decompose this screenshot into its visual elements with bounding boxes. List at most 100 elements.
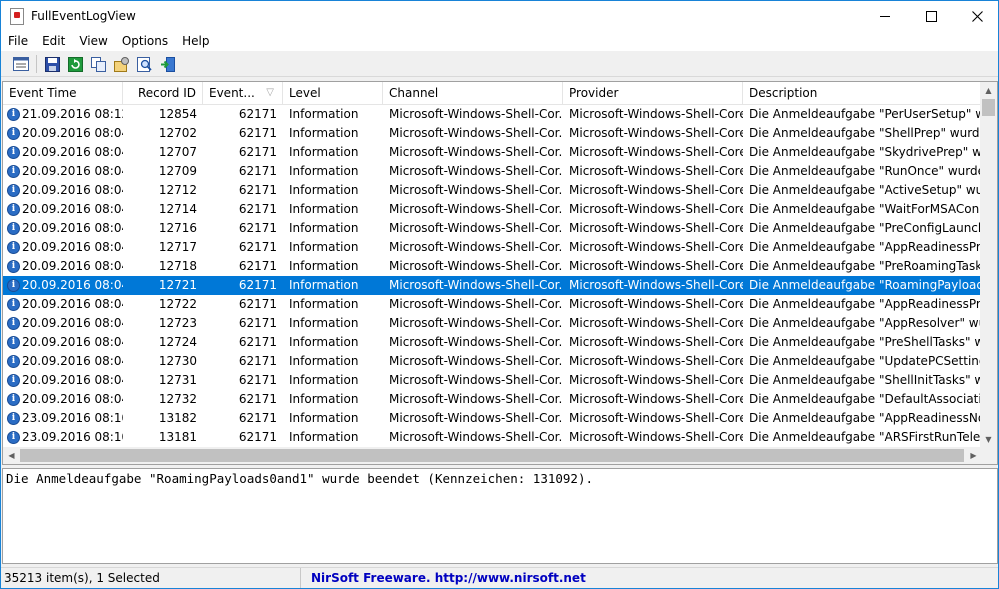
close-button[interactable]: [954, 1, 998, 31]
refresh-button[interactable]: [66, 55, 85, 74]
cell-description: Die Anmeldeaufgabe "PreConfigLauncherS..…: [749, 221, 983, 235]
copy-button[interactable]: [89, 55, 108, 74]
information-icon: i: [7, 184, 20, 197]
cell-provider: Microsoft-Windows-Shell-Core: [569, 183, 743, 197]
horizontal-scroll-thumb[interactable]: [20, 449, 964, 462]
scroll-left-icon[interactable]: ◀: [3, 447, 20, 464]
cell-event-time-text: 20.09.2016 08:04:...: [22, 278, 123, 292]
cell-description: Die Anmeldeaufgabe "AppResolver" wurde .…: [749, 316, 983, 330]
advanced-options-button[interactable]: [112, 55, 131, 74]
maximize-button[interactable]: [908, 1, 954, 31]
horizontal-scrollbar[interactable]: ◀ ▶: [3, 447, 982, 464]
table-row[interactable]: i23.09.2016 08:10:... 13182 62171 Informati…: [3, 409, 983, 428]
table-row[interactable]: i20.09.2016 08:04:... 12731 62171 Informati…: [3, 371, 983, 390]
table-row[interactable]: i20.09.2016 08:04:... 12732 62171 Informati…: [3, 390, 983, 409]
cell-provider: Microsoft-Windows-Shell-Core: [569, 316, 743, 330]
list-header: Event Time Record ID Event... ▽ Level Cha…: [3, 82, 983, 105]
toolbar: [1, 52, 998, 77]
cell-event-time: i20.09.2016 08:04:...: [3, 124, 123, 143]
column-header-provider[interactable]: Provider: [563, 82, 743, 104]
cell-channel: Microsoft-Windows-Shell-Cor...: [389, 278, 563, 292]
table-row[interactable]: i20.09.2016 08:04:... 12716 62171 Informati…: [3, 219, 983, 238]
maximize-icon: [925, 10, 937, 22]
cell-event-id: 62171: [238, 411, 277, 425]
information-icon: i: [7, 279, 20, 292]
table-row[interactable]: i20.09.2016 08:04:... 12723 62171 Informati…: [3, 314, 983, 333]
cell-record-id: 12722: [158, 297, 197, 311]
cell-event-id: 62171: [238, 354, 277, 368]
cell-level: Information: [289, 411, 359, 425]
information-icon: i: [7, 165, 20, 178]
cell-provider: Microsoft-Windows-Shell-Core: [569, 145, 743, 159]
menu-view[interactable]: View: [72, 31, 114, 51]
title-bar[interactable]: FullEventLogView: [1, 1, 998, 31]
cell-level: Information: [289, 259, 359, 273]
column-header-description[interactable]: Description: [743, 82, 983, 104]
table-row[interactable]: i20.09.2016 08:04:... 12714 62171 Informati…: [3, 200, 983, 219]
cell-record-id: 12718: [158, 259, 197, 273]
cell-event-time: i20.09.2016 08:04:...: [3, 257, 123, 276]
minimize-button[interactable]: [862, 1, 908, 31]
column-header-channel[interactable]: Channel: [383, 82, 563, 104]
table-row-selected[interactable]: i20.09.2016 08:04:... 12721 62171 Informati…: [3, 276, 983, 295]
cell-event-time-text: 23.09.2016 08:10:...: [22, 430, 123, 444]
cell-provider: Microsoft-Windows-Shell-Core: [569, 164, 743, 178]
cell-provider: Microsoft-Windows-Shell-Core: [569, 354, 743, 368]
cell-provider: Microsoft-Windows-Shell-Core: [569, 392, 743, 406]
cell-record-id: 12854: [158, 107, 197, 121]
menu-help[interactable]: Help: [175, 31, 216, 51]
information-icon: i: [7, 374, 20, 387]
cell-event-time-text: 20.09.2016 08:04:...: [22, 145, 123, 159]
table-row[interactable]: i23.09.2016 08:10:... 13181 62171 Informati…: [3, 428, 983, 447]
menu-file[interactable]: File: [1, 31, 35, 51]
exit-button[interactable]: [158, 55, 177, 74]
detail-pane[interactable]: Die Anmeldeaufgabe "RoamingPayloads0and1…: [2, 468, 998, 564]
scroll-up-icon[interactable]: ▲: [980, 82, 997, 99]
cell-level: Information: [289, 126, 359, 140]
properties-button[interactable]: [11, 55, 30, 74]
save-button[interactable]: [43, 55, 62, 74]
cell-description: Die Anmeldeaufgabe "WaitForMSAConnec...: [749, 202, 983, 216]
table-row[interactable]: i20.09.2016 08:04:... 12702 62171 Informati…: [3, 124, 983, 143]
table-row[interactable]: i20.09.2016 08:04:... 12718 62171 Informati…: [3, 257, 983, 276]
information-icon: i: [7, 317, 20, 330]
cell-description: Die Anmeldeaufgabe "RunOnce" wurde bee..…: [749, 164, 983, 178]
cell-level: Information: [289, 430, 359, 444]
column-header-event-time[interactable]: Event Time: [3, 82, 123, 104]
cell-channel: Microsoft-Windows-Shell-Cor...: [389, 392, 563, 406]
cell-description: Die Anmeldeaufgabe "AppReadinessPreRo...: [749, 240, 983, 254]
scroll-down-icon[interactable]: ▼: [980, 431, 997, 448]
table-row[interactable]: i20.09.2016 08:04:... 12709 62171 Informati…: [3, 162, 983, 181]
cell-event-id: 62171: [238, 278, 277, 292]
menu-options[interactable]: Options: [115, 31, 175, 51]
cell-event-id: 62171: [238, 164, 277, 178]
information-icon: i: [7, 146, 20, 159]
cell-event-time-text: 20.09.2016 08:04:...: [22, 354, 123, 368]
cell-event-time: i20.09.2016 08:04:...: [3, 371, 123, 390]
vertical-scroll-thumb[interactable]: [982, 99, 995, 116]
information-icon: i: [7, 412, 20, 425]
table-row[interactable]: i20.09.2016 08:04:... 12717 62171 Informati…: [3, 238, 983, 257]
find-button[interactable]: [135, 55, 154, 74]
cell-channel: Microsoft-Windows-Shell-Cor...: [389, 297, 563, 311]
cell-level: Information: [289, 373, 359, 387]
table-row[interactable]: i20.09.2016 08:04:... 12712 62171 Informati…: [3, 181, 983, 200]
table-row[interactable]: i20.09.2016 08:04:... 12722 62171 Informati…: [3, 295, 983, 314]
table-row[interactable]: i20.09.2016 08:04:... 12730 62171 Informati…: [3, 352, 983, 371]
column-header-event-id[interactable]: Event... ▽: [203, 82, 283, 104]
app-icon[interactable]: [10, 8, 24, 25]
menu-edit[interactable]: Edit: [35, 31, 72, 51]
cell-event-time: i20.09.2016 08:04:...: [3, 238, 123, 257]
nirsoft-link[interactable]: NirSoft Freeware. http://www.nirsoft.net: [311, 568, 586, 588]
column-header-record-id[interactable]: Record ID: [123, 82, 203, 104]
column-header-level[interactable]: Level: [283, 82, 383, 104]
event-list[interactable]: Event Time Record ID Event... ▽ Level Cha…: [2, 81, 998, 465]
cell-description: Die Anmeldeaufgabe "RoamingPayloads0a...: [749, 278, 983, 292]
cell-channel: Microsoft-Windows-Shell-Cor...: [389, 145, 563, 159]
table-row[interactable]: i21.09.2016 08:12:... 12854 62171 Informati…: [3, 105, 983, 124]
minimize-icon: [880, 15, 890, 17]
table-row[interactable]: i20.09.2016 08:04:... 12724 62171 Informati…: [3, 333, 983, 352]
cell-record-id: 12732: [158, 392, 197, 406]
vertical-scrollbar[interactable]: ▲ ▼: [980, 82, 997, 448]
table-row[interactable]: i20.09.2016 08:04:... 12707 62171 Informati…: [3, 143, 983, 162]
